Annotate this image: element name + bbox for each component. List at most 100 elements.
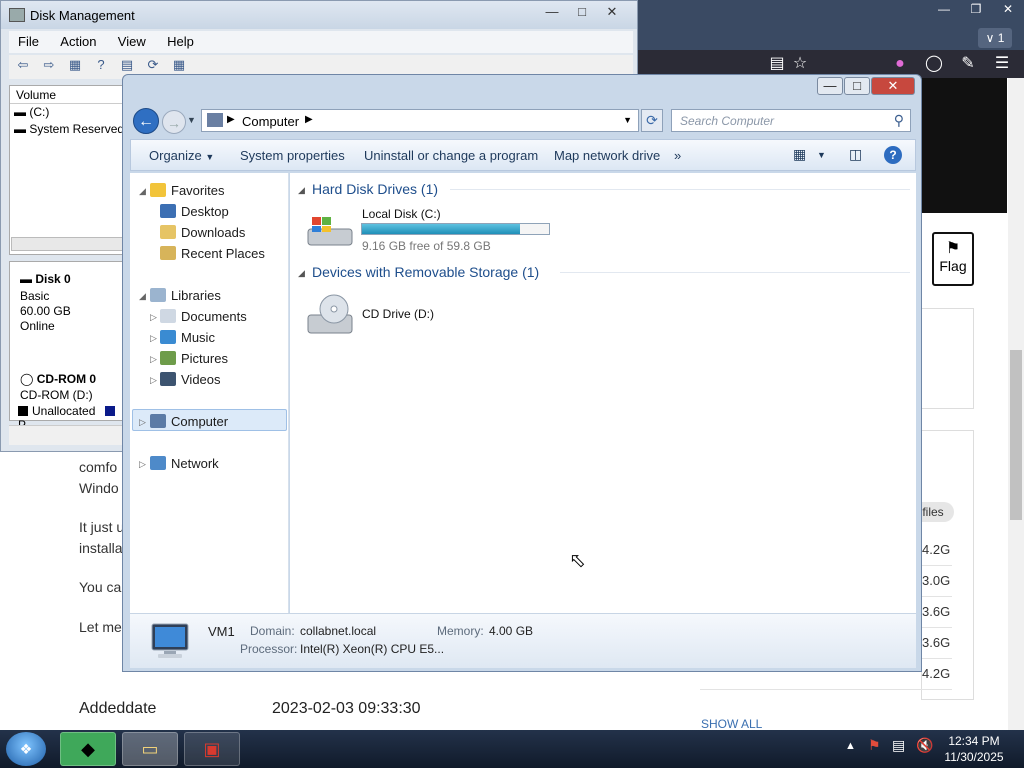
volume-muted-icon[interactable]: 🔇 <box>916 737 933 754</box>
chevron-right-icon[interactable]: ▶ <box>227 114 235 125</box>
back-button[interactable]: ← <box>133 108 159 134</box>
metadata-key: Addeddate <box>79 700 157 717</box>
nav-downloads[interactable]: Downloads <box>160 225 245 240</box>
flag-button[interactable]: ⚑ Flag <box>932 232 974 286</box>
disk-label[interactable]: ▬ Disk 0 <box>20 272 71 286</box>
horizontal-scrollbar[interactable] <box>11 237 123 251</box>
local-disk-name[interactable]: Local Disk (C:) <box>362 207 441 221</box>
group-header-hard-disks[interactable]: Hard Disk Drives (1) <box>312 181 438 197</box>
reader-icon[interactable]: ▤ <box>766 53 788 75</box>
properties-icon[interactable]: ▤ <box>117 55 137 75</box>
menu-help[interactable]: Help <box>158 31 203 52</box>
maximize-icon[interactable]: □ <box>567 4 597 20</box>
forward-arrow-icon[interactable]: ⇨ <box>39 55 59 75</box>
expand-icon[interactable]: ◢ <box>139 291 146 302</box>
nav-desktop[interactable]: Desktop <box>160 204 229 219</box>
breadcrumb[interactable]: Computer <box>242 114 299 129</box>
minimize-icon[interactable]: — <box>537 4 567 20</box>
chevron-down-icon[interactable]: ▼ <box>817 150 826 160</box>
refresh-button[interactable]: ⟳ <box>641 109 663 132</box>
nav-videos[interactable]: Videos <box>160 372 221 387</box>
chevron-right-icon[interactable]: ▷ <box>150 354 157 365</box>
back-arrow-icon[interactable]: ⇦ <box>13 55 33 75</box>
close-icon[interactable]: ✕ <box>992 0 1024 18</box>
more-commands-button[interactable]: » <box>674 148 681 163</box>
menu-file[interactable]: File <box>9 31 48 52</box>
organize-button[interactable]: Organize ▼ <box>149 148 214 163</box>
show-all-link[interactable]: SHOW ALL <box>701 717 762 731</box>
list-item[interactable]: ▬ (C:) <box>10 104 124 121</box>
refresh-icon[interactable]: ⟳ <box>143 55 163 75</box>
uninstall-program-button[interactable]: Uninstall or change a program <box>364 148 538 163</box>
taskbar-app-toolbox[interactable]: ▣ <box>184 732 240 766</box>
collapse-group-icon[interactable]: ◢ <box>298 185 305 196</box>
nav-network[interactable]: Network <box>150 456 219 471</box>
console-tree-icon[interactable]: ▦ <box>65 55 85 75</box>
page-scrollbar-thumb[interactable] <box>1010 350 1022 520</box>
network-icon[interactable]: ▤ <box>892 737 905 754</box>
local-disk-icon[interactable] <box>306 213 354 249</box>
clock-time: 12:34 PM <box>948 734 1000 748</box>
chevron-right-icon[interactable]: ▶ <box>305 114 313 125</box>
account-icon[interactable]: ◯ <box>923 53 945 75</box>
menu-view[interactable]: View <box>109 31 155 52</box>
downloads-icon <box>160 225 176 239</box>
chevron-right-icon[interactable]: ▷ <box>150 333 157 344</box>
start-button[interactable]: ❖ <box>6 732 46 766</box>
extensions-puzzle-icon[interactable]: ✎ <box>957 53 979 75</box>
chevron-down-icon[interactable]: ▼ <box>623 115 632 125</box>
minimize-icon[interactable]: — <box>817 77 843 95</box>
processor-label: Processor: <box>240 642 298 656</box>
system-properties-button[interactable]: System properties <box>240 148 345 163</box>
bookmark-star-icon[interactable]: ☆ <box>789 53 811 75</box>
minimize-icon[interactable]: — <box>928 0 960 18</box>
menu-icon[interactable]: ☰ <box>991 53 1013 75</box>
recent-pages-icon[interactable]: ▼ <box>187 115 196 125</box>
help-icon[interactable]: ? <box>91 55 111 75</box>
column-header-volume[interactable]: Volume <box>10 86 124 104</box>
help-icon[interactable]: ? <box>884 146 902 164</box>
tab-count: 1 <box>997 31 1005 45</box>
nav-libraries[interactable]: Libraries <box>150 288 221 303</box>
action-center-icon[interactable]: ⚑ <box>868 737 881 754</box>
nav-computer[interactable]: Computer <box>150 414 228 429</box>
computer-name: VM1 <box>208 624 235 639</box>
nav-documents[interactable]: Documents <box>160 309 247 324</box>
extension-icon[interactable]: ● <box>889 53 911 75</box>
nav-pictures[interactable]: Pictures <box>160 351 228 366</box>
nav-music[interactable]: Music <box>160 330 215 345</box>
search-input[interactable]: Search Computer ⚲ <box>671 109 911 132</box>
forward-button[interactable]: → <box>162 110 186 134</box>
search-icon[interactable]: ⚲ <box>894 112 904 129</box>
taskbar-app-virtualbox[interactable]: ◆ <box>60 732 116 766</box>
menu-action[interactable]: Action <box>51 31 105 52</box>
file-size: 3.0G <box>922 573 951 588</box>
taskbar-app-explorer[interactable]: ▭ <box>122 732 178 766</box>
collapse-group-icon[interactable]: ◢ <box>298 268 305 279</box>
list-item[interactable]: ▬ System Reserved <box>10 121 124 138</box>
address-bar[interactable]: ▶ Computer ▶ ▼ <box>201 109 639 132</box>
restore-icon[interactable]: ❐ <box>960 0 992 18</box>
cd-drive-name[interactable]: CD Drive (D:) <box>362 307 434 321</box>
maximize-icon[interactable]: □ <box>844 77 870 95</box>
preview-pane-icon[interactable]: ◫ <box>849 146 862 163</box>
map-network-drive-button[interactable]: Map network drive <box>554 148 660 163</box>
disk-management-titlebar[interactable]: Disk Management — □ ✕ <box>1 1 637 29</box>
change-view-icon[interactable]: ▦ <box>793 146 806 163</box>
nav-favorites[interactable]: Favorites <box>150 183 224 198</box>
cdrom-label[interactable]: ◯ CD-ROM 0 <box>20 372 96 386</box>
nav-recent-places[interactable]: Recent Places <box>160 246 265 261</box>
close-icon[interactable]: ✕ <box>871 77 915 95</box>
show-hidden-icons[interactable]: ▲ <box>845 740 856 752</box>
tab-count-button[interactable]: ∨ 1 <box>978 28 1012 48</box>
cd-drive-icon[interactable] <box>306 293 354 334</box>
system-clock[interactable]: 12:34 PM 11/30/2025 <box>944 733 1004 765</box>
chevron-right-icon[interactable]: ▷ <box>150 312 157 323</box>
chevron-right-icon[interactable]: ▷ <box>150 375 157 386</box>
expand-icon[interactable]: ◢ <box>139 186 146 197</box>
chevron-right-icon[interactable]: ▷ <box>139 417 146 428</box>
rescan-icon[interactable]: ▦ <box>169 55 189 75</box>
close-icon[interactable]: ✕ <box>597 4 627 20</box>
group-header-removable[interactable]: Devices with Removable Storage (1) <box>312 264 539 280</box>
chevron-right-icon[interactable]: ▷ <box>139 459 146 470</box>
